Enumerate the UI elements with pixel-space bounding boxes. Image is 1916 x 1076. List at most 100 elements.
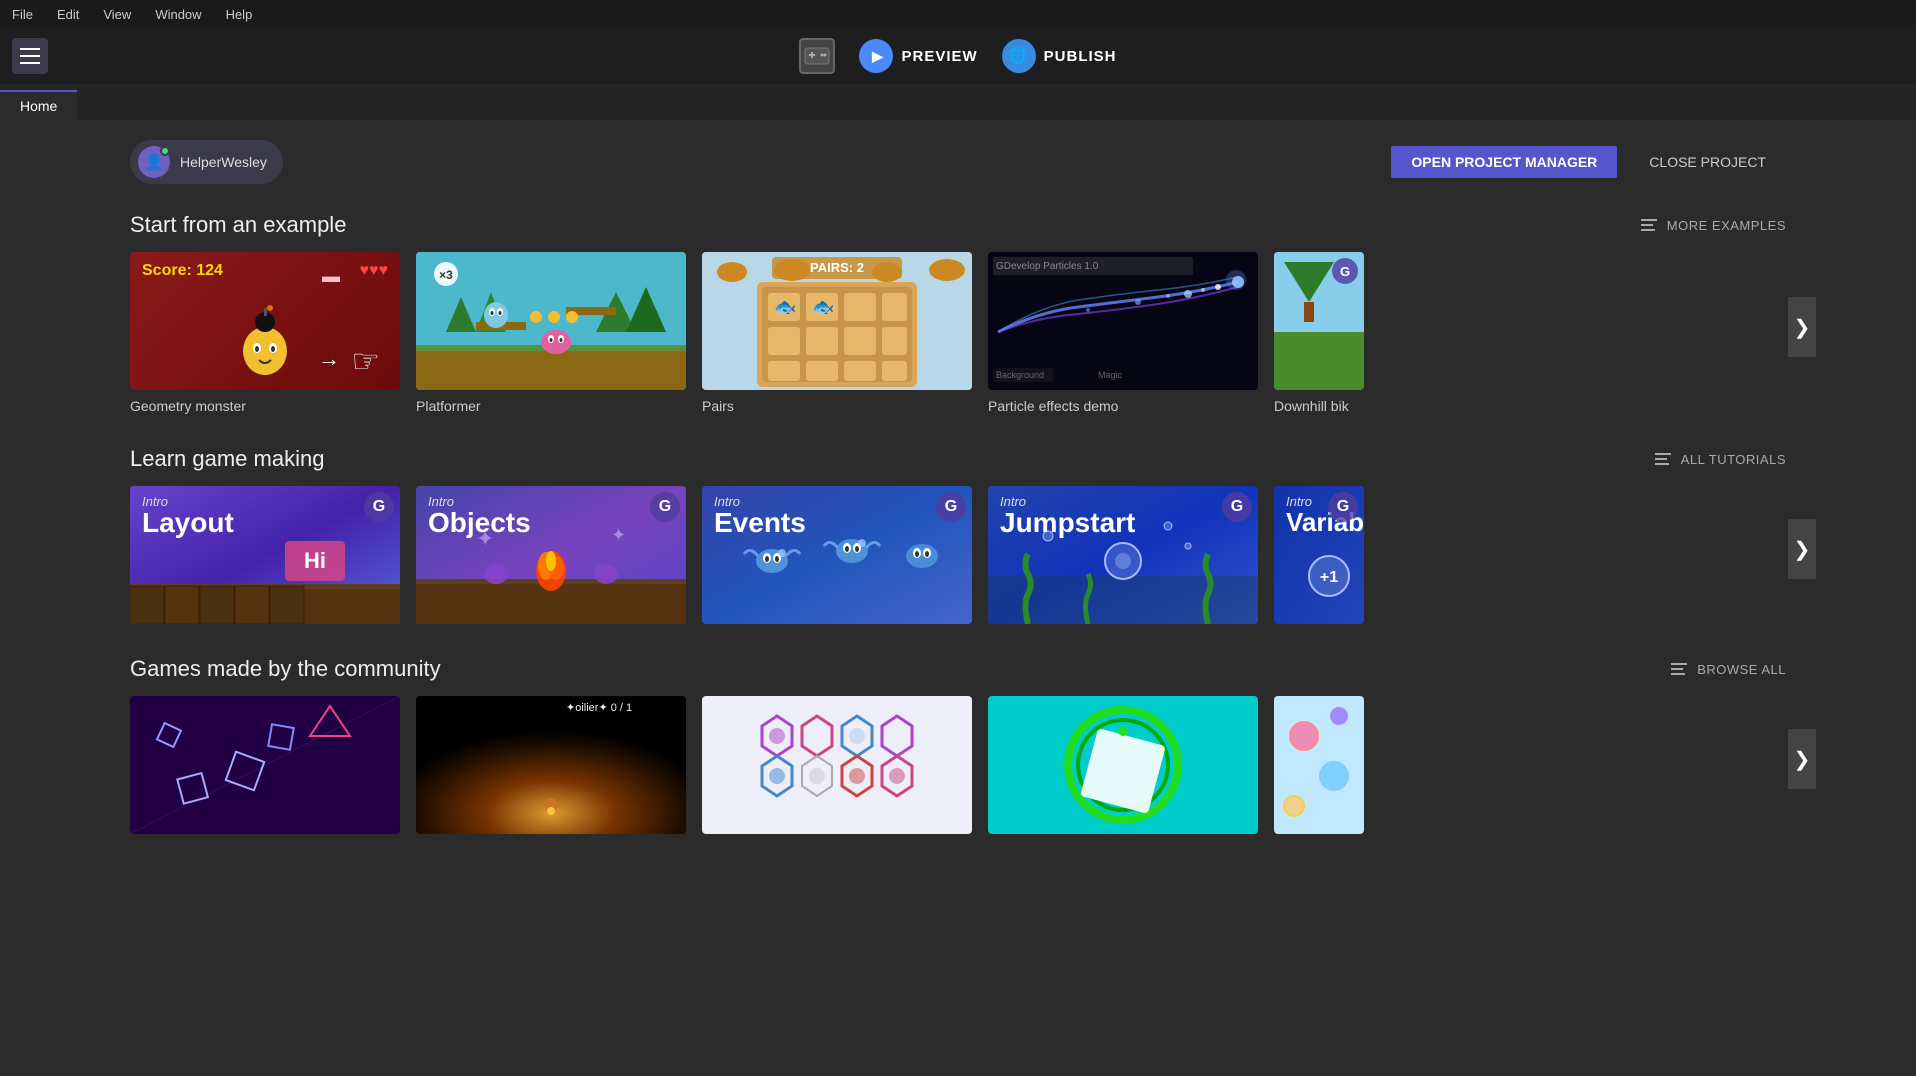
user-avatar[interactable]: 👤 HelperWesley: [130, 140, 283, 184]
community-thumb-3: [702, 696, 972, 834]
community-game-5[interactable]: [1274, 696, 1364, 834]
gdevelop-logo-partial: G: [1332, 258, 1358, 284]
community-carousel-next[interactable]: ❯: [1788, 729, 1816, 789]
open-project-button[interactable]: OPEN PROJECT MANAGER: [1391, 146, 1617, 178]
tutorials-carousel-next[interactable]: ❯: [1788, 519, 1816, 579]
tutorials-carousel: Hi Intro Layout G: [130, 486, 1786, 624]
jumpstart-badge: Intro Jumpstart: [988, 486, 1258, 545]
menu-help[interactable]: Help: [222, 5, 257, 24]
events-thumb: Intro Events G: [702, 486, 972, 624]
svg-text:GDevelop Particles 1.0: GDevelop Particles 1.0: [996, 261, 1099, 272]
jumpstart-thumb: Intro Jumpstart G: [988, 486, 1258, 624]
svg-text:+1: +1: [1320, 569, 1338, 586]
tutorials-title: Learn game making: [130, 446, 324, 472]
publish-globe-icon: 🌐: [1002, 39, 1036, 73]
header-buttons: OPEN PROJECT MANAGER CLOSE PROJECT: [1391, 146, 1786, 178]
tab-bar: Home: [0, 84, 1916, 120]
title-center: ▶ PREVIEW 🌐 PUBLISH: [799, 38, 1116, 74]
community-game-2[interactable]: ✦oilier✦ 0 / 1: [416, 696, 686, 834]
examples-title: Start from an example: [130, 212, 346, 238]
layout-badge: Intro Layout: [130, 486, 400, 545]
preview-button[interactable]: ▶ PREVIEW: [859, 39, 977, 73]
close-project-button[interactable]: CLOSE PROJECT: [1629, 146, 1786, 178]
examples-carousel: Score: 124 ♥♥♥: [130, 252, 1786, 414]
svg-text:PAIRS: 2: PAIRS: 2: [810, 260, 864, 275]
browse-all-list-icon: [1671, 663, 1687, 675]
example-geometry-monster[interactable]: Score: 124 ♥♥♥: [130, 252, 400, 414]
examples-carousel-next[interactable]: ❯: [1788, 297, 1816, 357]
examples-section-header: Start from an example MORE EXAMPLES: [130, 212, 1786, 238]
tutorials-carousel-track: Hi Intro Layout G: [130, 486, 1786, 624]
example-particles[interactable]: GDevelop Particles 1.0 Background Magic …: [988, 252, 1258, 414]
community-section-header: Games made by the community BROWSE ALL: [130, 656, 1786, 682]
title-bar: ▶ PREVIEW 🌐 PUBLISH: [0, 28, 1916, 84]
menu-file[interactable]: File: [8, 5, 37, 24]
tutorial-jumpstart[interactable]: Intro Jumpstart G: [988, 486, 1258, 624]
preview-play-icon: ▶: [859, 39, 893, 73]
pairs-label: Pairs: [702, 398, 972, 414]
platformer-thumb: ×3: [416, 252, 686, 390]
examples-carousel-track: Score: 124 ♥♥♥: [130, 252, 1786, 414]
example-downhill[interactable]: G Downhill bik: [1274, 252, 1364, 414]
community-title: Games made by the community: [130, 656, 441, 682]
tab-home[interactable]: Home: [0, 90, 77, 120]
menu-window[interactable]: Window: [151, 5, 205, 24]
user-name: HelperWesley: [180, 154, 267, 170]
downhill-thumb: G: [1274, 252, 1364, 390]
gdevelop-badge-jumpstart: G: [1222, 492, 1252, 522]
tutorial-events[interactable]: Intro Events G: [702, 486, 972, 624]
particles-label: Particle effects demo: [988, 398, 1258, 414]
avatar-circle: 👤: [138, 146, 170, 178]
main-content: 👤 HelperWesley OPEN PROJECT MANAGER CLOS…: [0, 120, 1916, 886]
svg-text:Magic: Magic: [1098, 370, 1123, 380]
tutorial-layout[interactable]: Hi Intro Layout G: [130, 486, 400, 624]
gdevelop-badge-variables: G: [1328, 492, 1358, 522]
svg-text:×3: ×3: [439, 268, 453, 282]
svg-text:🐟: 🐟: [774, 297, 796, 317]
publish-button[interactable]: 🌐 PUBLISH: [1002, 39, 1117, 73]
platformer-label: Platformer: [416, 398, 686, 414]
community-thumb-4: [988, 696, 1258, 834]
all-tutorials-list-icon: [1655, 453, 1671, 465]
community-thumb-1: [130, 696, 400, 834]
community-game-1[interactable]: [130, 696, 400, 834]
community-carousel: ✦oilier✦ 0 / 1: [130, 696, 1786, 834]
score-text: Score: 124: [142, 262, 223, 280]
hearts-display: ♥♥♥: [360, 262, 389, 280]
layout-thumb: Hi Intro Layout G: [130, 486, 400, 624]
downhill-label: Downhill bik: [1274, 398, 1364, 414]
menu-view[interactable]: View: [99, 5, 135, 24]
svg-text:Background: Background: [996, 370, 1044, 380]
objects-badge: Intro Objects: [416, 486, 686, 545]
example-platformer[interactable]: ×3 Platformer: [416, 252, 686, 414]
tutorial-variables[interactable]: +1 Intro Variab G: [1274, 486, 1364, 624]
game-icon: [799, 38, 835, 74]
community-game-3[interactable]: [702, 696, 972, 834]
events-badge: Intro Events: [702, 486, 972, 545]
community-game-4[interactable]: [988, 696, 1258, 834]
geometry-monster-thumb: Score: 124 ♥♥♥: [130, 252, 400, 390]
geometry-monster-label: Geometry monster: [130, 398, 400, 414]
more-examples-link[interactable]: MORE EXAMPLES: [1641, 218, 1786, 233]
gdevelop-badge-layout: G: [364, 492, 394, 522]
menu-edit[interactable]: Edit: [53, 5, 83, 24]
community-thumb-2: ✦oilier✦ 0 / 1: [416, 696, 686, 834]
objects-thumb: ✦ ✦ Intro Objects G: [416, 486, 686, 624]
svg-text:✦oilier✦ 0 / 1: ✦oilier✦ 0 / 1: [566, 702, 632, 714]
example-pairs[interactable]: 🐟 🐟 PAIRS: 2 Pairs: [702, 252, 972, 414]
browse-all-link[interactable]: BROWSE ALL: [1671, 662, 1786, 677]
gdevelop-badge-events: G: [936, 492, 966, 522]
tutorial-objects[interactable]: ✦ ✦ Intro Objects G: [416, 486, 686, 624]
gdevelop-badge-objects: G: [650, 492, 680, 522]
pairs-thumb: 🐟 🐟 PAIRS: 2: [702, 252, 972, 390]
hamburger-menu-button[interactable]: [12, 38, 48, 74]
tutorials-section-header: Learn game making ALL TUTORIALS: [130, 446, 1786, 472]
online-indicator: [160, 146, 170, 156]
community-thumb-5: [1274, 696, 1364, 834]
variables-thumb: +1 Intro Variab G: [1274, 486, 1364, 624]
all-tutorials-link[interactable]: ALL TUTORIALS: [1655, 452, 1786, 467]
community-carousel-track: ✦oilier✦ 0 / 1: [130, 696, 1786, 834]
svg-text:🐟: 🐟: [812, 297, 834, 317]
list-icon: [1641, 219, 1657, 231]
user-header: 👤 HelperWesley OPEN PROJECT MANAGER CLOS…: [130, 140, 1786, 184]
